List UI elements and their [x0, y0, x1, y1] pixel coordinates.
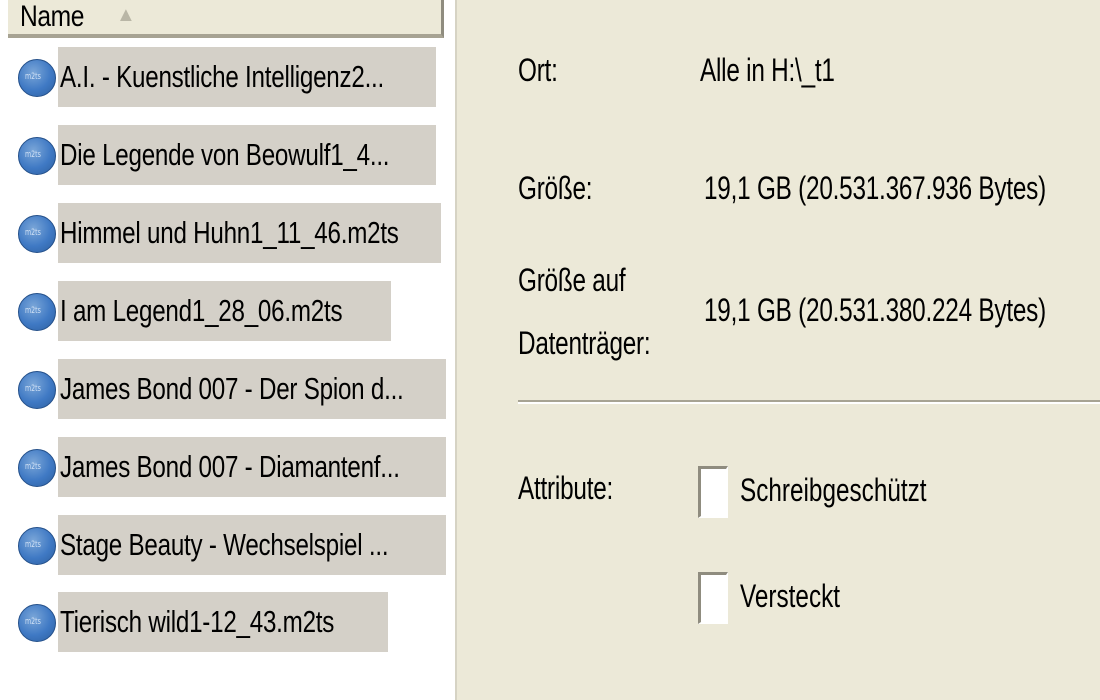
hidden-checkbox[interactable]	[698, 572, 728, 624]
m2ts-file-icon	[18, 59, 56, 97]
file-name: Die Legende von Beowulf1_4...	[58, 125, 436, 185]
column-header-label: Name	[20, 0, 84, 33]
m2ts-file-icon	[18, 293, 56, 331]
file-name: Stage Beauty - Wechselspiel ...	[58, 515, 446, 575]
separator	[518, 400, 1100, 404]
attributes-label: Attribute:	[518, 470, 614, 506]
file-name: A.I. - Kuenstliche Intelligenz2...	[58, 47, 436, 107]
disk-size-label-line2: Datenträger:	[518, 325, 651, 361]
m2ts-file-icon	[18, 371, 56, 409]
read-only-checkbox[interactable]	[698, 466, 728, 518]
m2ts-file-icon	[18, 449, 56, 487]
column-header-name[interactable]: Name ▲	[8, 0, 444, 38]
properties-panel: Ort: Alle in H:\_t1 Größe: 19,1 GB (20.5…	[460, 0, 1100, 700]
size-label: Größe:	[518, 170, 593, 206]
file-list-panel: Name ▲ A.I. - Kuenstliche Intelligenz2..…	[0, 0, 460, 700]
m2ts-file-icon	[18, 604, 56, 642]
location-value: Alle in H:\_t1	[700, 52, 835, 88]
m2ts-file-icon	[18, 137, 56, 175]
file-name: Tierisch wild1-12_43.m2ts	[58, 592, 388, 652]
file-name: James Bond 007 - Der Spion d...	[58, 359, 446, 419]
read-only-label: Schreibgeschützt	[740, 472, 927, 508]
file-name: Himmel und Huhn1_11_46.m2ts	[58, 203, 441, 263]
m2ts-file-icon	[18, 215, 56, 253]
file-name: James Bond 007 - Diamantenf...	[58, 437, 446, 497]
sort-ascending-icon: ▲	[116, 4, 136, 26]
location-label: Ort:	[518, 52, 558, 88]
disk-size-label-line1: Größe auf	[518, 262, 626, 298]
m2ts-file-icon	[18, 527, 56, 565]
disk-size-value: 19,1 GB (20.531.380.224 Bytes)	[704, 292, 1046, 328]
size-value: 19,1 GB (20.531.367.936 Bytes)	[704, 170, 1046, 206]
hidden-label: Versteckt	[740, 578, 841, 614]
file-name: I am Legend1_28_06.m2ts	[58, 281, 391, 341]
